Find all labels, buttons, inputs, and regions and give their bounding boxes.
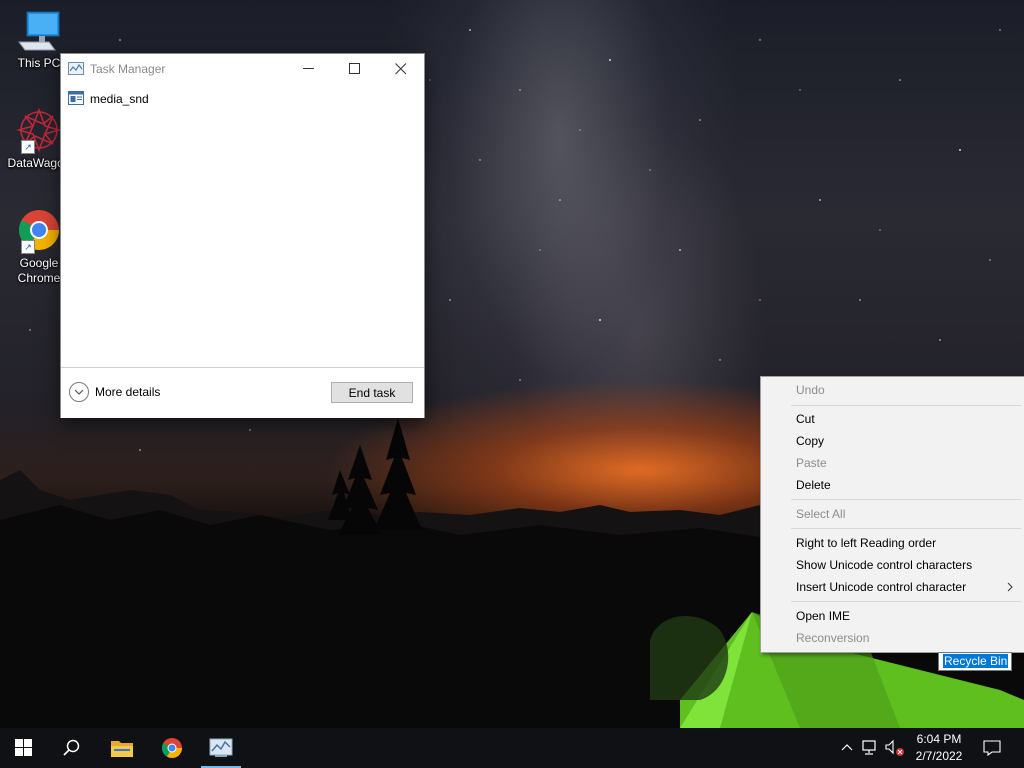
shortcut-arrow-icon: ↗ (21, 240, 35, 254)
menu-item-cut[interactable]: Cut (762, 408, 1023, 430)
taskbar-clock[interactable]: 6:04 PM 2/7/2022 (908, 731, 970, 765)
datawagon-logo-icon: ↗ (15, 106, 63, 154)
task-manager-footer: More details End task (61, 367, 424, 418)
clock-time: 6:04 PM (916, 732, 962, 746)
menu-item-label: Show Unicode control characters (796, 558, 973, 572)
context-menu: Undo Cut Copy Paste Delete Select All Ri… (760, 376, 1024, 653)
maximize-button[interactable] (332, 54, 378, 83)
menu-separator (791, 405, 1021, 406)
recycle-bin-rename-field[interactable]: Recycle Bin (938, 652, 1012, 671)
chevron-up-icon (841, 744, 853, 751)
close-icon (395, 63, 407, 75)
menu-item-delete[interactable]: Delete (762, 474, 1023, 496)
monitor-icon (15, 8, 63, 54)
task-manager-icon (68, 62, 84, 79)
menu-separator (791, 601, 1021, 602)
app-window-icon (68, 91, 84, 108)
start-button[interactable] (0, 728, 48, 768)
show-hidden-icons-button[interactable] (838, 728, 856, 768)
menu-item-reconversion[interactable]: Reconversion (762, 627, 1023, 649)
close-button[interactable] (378, 54, 424, 83)
chrome-icon (162, 738, 182, 758)
menu-item-label: Delete (796, 478, 831, 492)
desktop-icon-label: This PC (17, 56, 61, 70)
menu-item-rtl-reading-order[interactable]: Right to left Reading order (762, 532, 1023, 554)
file-explorer-icon (111, 741, 133, 757)
action-center-button[interactable] (978, 728, 1006, 768)
menu-item-copy[interactable]: Copy (762, 430, 1023, 452)
chevron-down-icon (69, 382, 89, 402)
menu-item-open-ime[interactable]: Open IME (762, 605, 1023, 627)
menu-item-label: Copy (796, 434, 825, 448)
menu-separator (791, 499, 1021, 500)
menu-item-select-all[interactable]: Select All (762, 503, 1023, 525)
title-bar[interactable]: Task Manager (61, 54, 424, 83)
menu-item-show-unicode-control[interactable]: Show Unicode control characters (762, 554, 1023, 576)
minimize-button[interactable] (286, 54, 332, 83)
taskbar: 6:04 PM 2/7/2022 (0, 728, 1024, 768)
process-name: media_snd (90, 92, 149, 106)
chevron-right-icon (1007, 582, 1013, 592)
menu-item-label: Insert Unicode control character (796, 580, 967, 594)
chrome-taskbar-button[interactable] (148, 728, 196, 768)
search-button[interactable] (48, 728, 96, 768)
menu-item-undo[interactable]: Undo (762, 379, 1023, 401)
search-icon (63, 739, 80, 756)
volume-tray-button[interactable] (884, 728, 906, 768)
window-title: Task Manager (90, 62, 166, 76)
rename-selected-text: Recycle Bin (943, 654, 1009, 668)
menu-item-label: Undo (796, 383, 825, 397)
network-icon (862, 740, 876, 755)
clock-date: 2/7/2022 (915, 749, 963, 763)
end-task-button[interactable]: End task (331, 382, 413, 403)
menu-separator (791, 528, 1021, 529)
shortcut-arrow-icon: ↗ (21, 140, 35, 154)
menu-item-label: Paste (796, 456, 827, 470)
start-icon (15, 739, 32, 756)
maximize-icon (349, 63, 360, 74)
volume-muted-icon (885, 739, 904, 756)
task-manager-taskbar-button[interactable] (197, 728, 245, 768)
menu-item-label: Cut (796, 412, 815, 426)
action-center-icon (983, 740, 1001, 756)
menu-item-label: Reconversion (796, 631, 870, 645)
menu-item-label: Open IME (796, 609, 851, 623)
network-tray-button[interactable] (860, 728, 882, 768)
menu-item-paste[interactable]: Paste (762, 452, 1023, 474)
file-explorer-button[interactable] (98, 728, 146, 768)
task-manager-icon (209, 738, 233, 757)
menu-item-insert-unicode-control[interactable]: Insert Unicode control character (762, 576, 1023, 598)
menu-item-label: Right to left Reading order (796, 536, 937, 550)
more-details-label: More details (95, 385, 161, 399)
menu-item-label: Select All (796, 507, 846, 521)
task-manager-window: Task Manager media_snd More details End … (60, 53, 425, 418)
minimize-icon (303, 68, 314, 69)
chrome-icon: ↗ (15, 206, 63, 254)
